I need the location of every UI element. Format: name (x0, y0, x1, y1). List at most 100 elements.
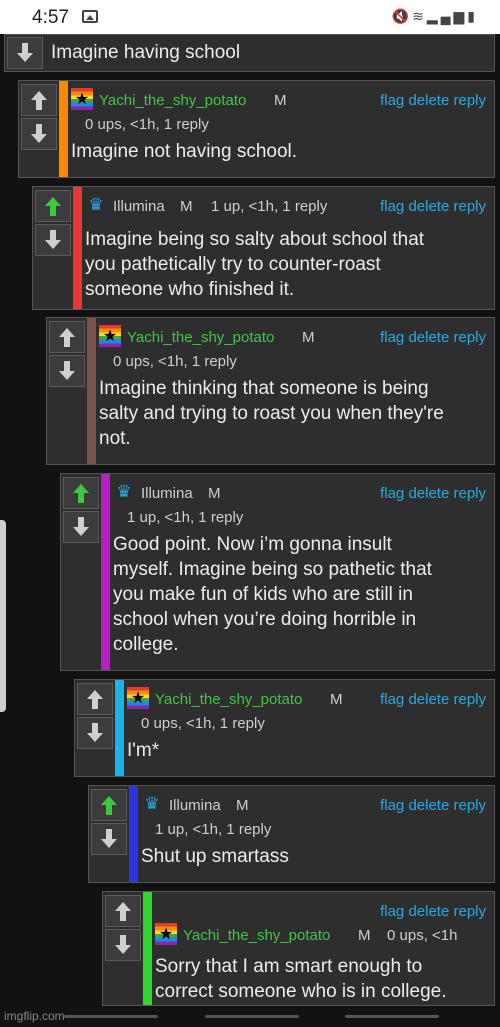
comment-text-line: Imagine thinking that someone is being (99, 378, 429, 399)
comment-text-line: not. (99, 428, 131, 449)
upvote-button[interactable] (21, 84, 57, 116)
down-arrow-icon (87, 723, 103, 742)
downvote-button[interactable] (63, 511, 99, 543)
up-arrow-icon (45, 197, 61, 216)
nav-line (345, 1015, 439, 1018)
comment-actions: flag delete reply (380, 903, 486, 920)
username-link[interactable]: Yachi_the_shy_potato (155, 691, 302, 708)
delete-link[interactable]: delete (408, 691, 449, 708)
delete-link[interactable]: delete (408, 903, 449, 920)
footer: imgflip.com (0, 1006, 500, 1027)
downvote-button[interactable] (21, 118, 57, 150)
scrollbar[interactable] (0, 520, 6, 712)
comment-text-line: correct someone who is in college. (155, 981, 447, 1002)
comment-text: Shut up smartass (141, 844, 289, 869)
rainbow-star-avatar-icon[interactable]: ★ (155, 923, 177, 945)
upvote-button[interactable] (77, 683, 113, 715)
comment-text-line: Imagine being so salty about school that (85, 229, 425, 250)
flag-link[interactable]: flag (380, 691, 404, 708)
comment-text-line: Good point. Now i’m gonna insult (113, 534, 392, 555)
username-link[interactable]: Yachi_the_shy_potato (183, 927, 330, 944)
comment-meta: 0 ups, <1h, 1 reply (85, 116, 209, 133)
user-badge: M (236, 797, 249, 814)
comment-text-line: myself. Imagine being so pathetic that (113, 559, 432, 580)
reply-link[interactable]: reply (453, 329, 486, 346)
up-arrow-icon (115, 902, 131, 921)
comment-meta: 0 ups, <1h (387, 927, 458, 944)
comment-text-line: Imagine not having school. (71, 141, 298, 162)
upvote-button[interactable] (91, 789, 127, 821)
downvote-button[interactable] (49, 355, 85, 387)
delete-link[interactable]: delete (408, 329, 449, 346)
reply-link[interactable]: reply (453, 903, 486, 920)
comment-text: Good point. Now i’m gonna insult myself. … (113, 532, 432, 657)
comment-text-line: someone who finished it. (85, 279, 295, 300)
comment-text: Imagine being so salty about school that… (85, 227, 424, 302)
wifi-icon: ≋ (412, 8, 427, 24)
flag-link[interactable]: flag (380, 797, 404, 814)
thread-accent-bar (115, 680, 124, 776)
up-arrow-icon (73, 484, 89, 503)
delete-link[interactable]: delete (408, 485, 449, 502)
thread-accent-bar (129, 786, 138, 882)
downvote-button[interactable] (7, 37, 43, 69)
user-badge: M (302, 329, 315, 346)
username-link[interactable]: Illumina (169, 797, 221, 814)
nav-line (205, 1015, 299, 1018)
flag-link[interactable]: flag (380, 198, 404, 215)
downvote-button[interactable] (35, 224, 71, 256)
battery-icon: ▮ (467, 8, 478, 24)
comment-text-line: you make fun of kids who are still in (113, 584, 413, 605)
user-badge: M (180, 198, 193, 215)
delete-link[interactable]: delete (408, 198, 449, 215)
reply-link[interactable]: reply (453, 198, 486, 215)
flag-link[interactable]: flag (380, 903, 404, 920)
comment-text-line: Shut up smartass (141, 846, 289, 867)
parent-comment-text: Imagine having school (51, 42, 241, 63)
downvote-button[interactable] (105, 929, 141, 961)
username-link[interactable]: Illumina (141, 485, 193, 502)
downvote-button[interactable] (91, 823, 127, 855)
username-link[interactable]: Yachi_the_shy_potato (99, 92, 246, 109)
comment-actions: flag delete reply (380, 198, 486, 215)
user-badge: M (330, 691, 343, 708)
upvote-button[interactable] (105, 895, 141, 927)
downvote-button[interactable] (77, 717, 113, 749)
delete-link[interactable]: delete (408, 92, 449, 109)
comment: ★ Yachi_the_shy_potato M 0 ups, <1h flag del… (102, 891, 495, 1006)
rainbow-star-avatar-icon[interactable]: ★ (71, 88, 93, 110)
mute-icon: 🔇 (391, 8, 413, 24)
reply-link[interactable]: reply (453, 485, 486, 502)
up-arrow-icon (59, 328, 75, 347)
watermark: imgflip.com (4, 1009, 65, 1023)
flag-link[interactable]: flag (380, 485, 404, 502)
upvote-button[interactable] (49, 321, 85, 353)
comment-text-line: you pathetically try to counter-roast (85, 254, 381, 275)
reply-link[interactable]: reply (453, 92, 486, 109)
upvote-button[interactable] (63, 477, 99, 509)
comment-meta: 1 up, <1h, 1 reply (155, 821, 272, 838)
status-icons: 🔇≋▂▄▆▮ (392, 8, 478, 25)
reply-link[interactable]: reply (453, 691, 486, 708)
reply-link[interactable]: reply (453, 797, 486, 814)
username-link[interactable]: Yachi_the_shy_potato (127, 329, 274, 346)
crown-avatar-icon[interactable]: ♛ (141, 793, 163, 815)
upvote-button[interactable] (35, 190, 71, 222)
crown-avatar-icon[interactable]: ♛ (113, 481, 135, 503)
username-link[interactable]: Illumina (113, 198, 165, 215)
crown-avatar-icon[interactable]: ♛ (85, 194, 107, 216)
user-badge: M (208, 485, 221, 502)
comment-meta: 1 up, <1h, 1 reply (127, 509, 244, 526)
delete-link[interactable]: delete (408, 797, 449, 814)
thread-accent-bar (87, 318, 96, 464)
comment-text-line: I'm* (127, 740, 160, 761)
comment-text-line: college. (113, 634, 179, 655)
comment: ♛ Illumina M 1 up, <1h, 1 reply flag delete … (88, 785, 495, 883)
rainbow-star-avatar-icon[interactable]: ★ (99, 325, 121, 347)
thread-accent-bar (73, 187, 82, 309)
comment-text: I'm* (127, 738, 159, 763)
flag-link[interactable]: flag (380, 92, 404, 109)
rainbow-star-avatar-icon[interactable]: ★ (127, 687, 149, 709)
nav-line (64, 1015, 158, 1018)
flag-link[interactable]: flag (380, 329, 404, 346)
